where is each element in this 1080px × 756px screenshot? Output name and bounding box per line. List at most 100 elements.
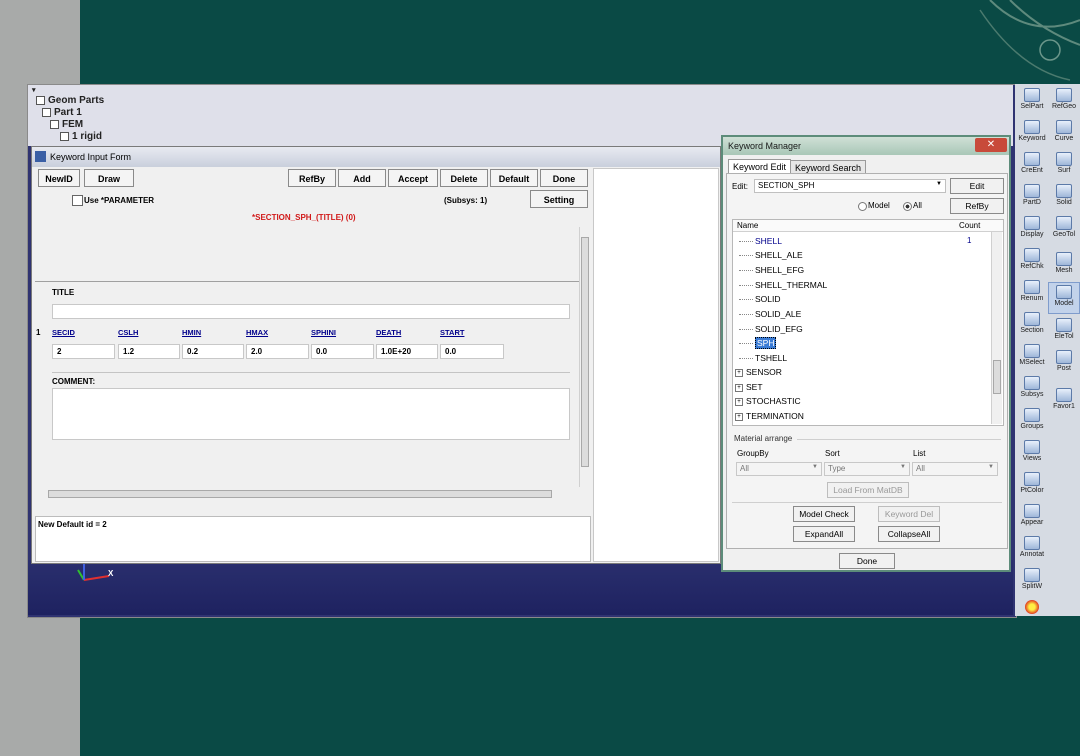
tree-item-geom-parts[interactable]: Geom Parts [36,95,104,106]
radio-all[interactable] [903,202,912,211]
group-item[interactable]: + STOCHASTIC [735,394,801,408]
tab-keyword-search[interactable]: Keyword Search [790,160,867,174]
newid-button[interactable]: NewID [38,169,80,187]
hmin-field[interactable]: 0.2 [182,344,244,359]
title-input[interactable] [52,304,570,319]
display-tool[interactable]: Display [1016,214,1048,246]
keyword-list[interactable]: Name Count SHELL 1 SHELL_ALE SHELL_EFG S… [732,219,1004,426]
selpart-tool[interactable]: SelPart [1016,86,1048,118]
list-scrollbar-thumb[interactable] [993,360,1001,394]
cslh-field[interactable]: 1.2 [118,344,180,359]
views-tool[interactable]: Views [1016,438,1048,470]
hmax-field[interactable]: 2.0 [246,344,309,359]
appear-tool[interactable]: Appear [1016,502,1048,534]
delete-button[interactable]: Delete [440,169,488,187]
column-header-hmin[interactable]: HMIN [182,328,201,337]
burst-icon[interactable] [1025,600,1039,614]
column-header-death[interactable]: DEATH [376,328,401,337]
scrollbar-thumb[interactable] [581,237,589,467]
tree-root-handle[interactable]: ▾ [32,86,36,94]
mesh-tool[interactable]: Mesh [1048,250,1080,282]
list-item[interactable]: TSHELL [739,351,787,365]
column-header-hmax[interactable]: HMAX [246,328,268,337]
annotat-tool[interactable]: Annotat [1016,534,1048,566]
groups-tool[interactable]: Groups [1016,406,1048,438]
group-item[interactable]: + SET [735,380,763,394]
done-button[interactable]: Done [540,169,588,187]
curve-tool[interactable]: Curve [1048,118,1080,150]
list-item[interactable]: SOLID_ALE [739,307,801,321]
start-field[interactable]: 0.0 [440,344,504,359]
tree-item-part[interactable]: Part 1 [42,107,82,118]
refby-manager-button[interactable]: RefBy [950,198,1004,214]
edit-button[interactable]: Edit [950,178,1004,194]
ptcolor-tool[interactable]: PtColor [1016,470,1048,502]
form-horizontal-scrollbar[interactable] [38,489,578,499]
group-item[interactable]: + TERMINATION [735,409,804,423]
accept-button[interactable]: Accept [388,169,438,187]
edit-keyword-combo[interactable]: SECTION_SPH ▼ [754,179,946,193]
expand-icon[interactable]: + [735,368,743,377]
list-item[interactable]: SOLID [739,292,781,306]
model-tool[interactable]: Model [1048,282,1080,314]
form-vertical-scrollbar[interactable] [579,227,590,487]
radio-model[interactable] [858,202,867,211]
renum-tool[interactable]: Renum [1016,278,1048,310]
load-from-matdb-button[interactable]: Load From MatDB [827,482,909,498]
tree-item-fem[interactable]: FEM [50,119,83,130]
comment-textarea[interactable] [52,388,570,440]
creent-tool[interactable]: CreEnt [1016,150,1048,182]
tab-keyword-edit[interactable]: Keyword Edit [728,159,792,173]
death-field[interactable]: 1.0E+20 [376,344,438,359]
list-scrollbar[interactable] [991,232,1002,424]
default-button[interactable]: Default [490,169,538,187]
close-icon[interactable]: ✕ [975,138,1007,152]
expand-all-button[interactable]: ExpandAll [793,526,855,542]
list-item[interactable]: SHELL_THERMAL [739,278,827,292]
hscroll-thumb[interactable] [48,490,552,498]
section-tool[interactable]: Section [1016,310,1048,342]
partd-tool[interactable]: PartD [1016,182,1048,214]
list-item[interactable]: SOLID_EFG [739,322,803,336]
list-item-selected[interactable]: SPH [739,336,777,350]
list-item[interactable]: SHELL [739,234,782,248]
splitw-tool[interactable]: SplitW [1016,566,1048,598]
keyword-del-button[interactable]: Keyword Del [878,506,940,522]
column-header-start[interactable]: START [440,328,464,337]
group-item[interactable]: + SENSOR [735,365,782,379]
groupby-select[interactable]: All ▼ [736,462,822,476]
manager-done-button[interactable]: Done [839,553,895,569]
add-button[interactable]: Add [338,169,386,187]
surf-tool[interactable]: Surf [1048,150,1080,182]
geotol-tool[interactable]: GeoTol [1048,214,1080,246]
column-header-cslh[interactable]: CSLH [118,328,138,337]
collapse-all-button[interactable]: CollapseAll [878,526,940,542]
expand-icon[interactable]: + [735,397,743,406]
keyword-tool[interactable]: Keyword [1016,118,1048,150]
list-select[interactable]: All ▼ [912,462,998,476]
draw-button[interactable]: Draw [84,169,134,187]
secid-field[interactable]: 2 [52,344,115,359]
use-parameter-checkbox[interactable] [72,195,83,206]
tree-item-rigid[interactable]: 1 rigid [60,131,102,142]
column-header-sphini[interactable]: SPHINI [311,328,336,337]
post-tool[interactable]: Post [1048,348,1080,380]
list-item[interactable]: SHELL_ALE [739,248,803,262]
refgeo-tool[interactable]: RefGeo [1048,86,1080,118]
subsys-tool[interactable]: Subsys [1016,374,1048,406]
expand-icon[interactable]: + [735,383,743,392]
keyword-manager-titlebar[interactable]: Keyword Manager ✕ [723,137,1009,155]
refby-button[interactable]: RefBy [288,169,336,187]
solid-tool[interactable]: Solid [1048,182,1080,214]
refchk-tool[interactable]: RefChk [1016,246,1048,278]
keyword-form-titlebar[interactable]: Keyword Input Form [32,147,720,167]
sort-select[interactable]: Type ▼ [824,462,910,476]
mselect-tool[interactable]: MSelect [1016,342,1048,374]
eletol-tool[interactable]: EleTol [1048,316,1080,348]
expand-icon[interactable]: + [735,412,743,421]
model-check-button[interactable]: Model Check [793,506,855,522]
setting-button[interactable]: Setting [530,190,588,208]
list-item[interactable]: SHELL_EFG [739,263,804,277]
favor1-tool[interactable]: Favor1 [1048,386,1080,418]
sphini-field[interactable]: 0.0 [311,344,374,359]
